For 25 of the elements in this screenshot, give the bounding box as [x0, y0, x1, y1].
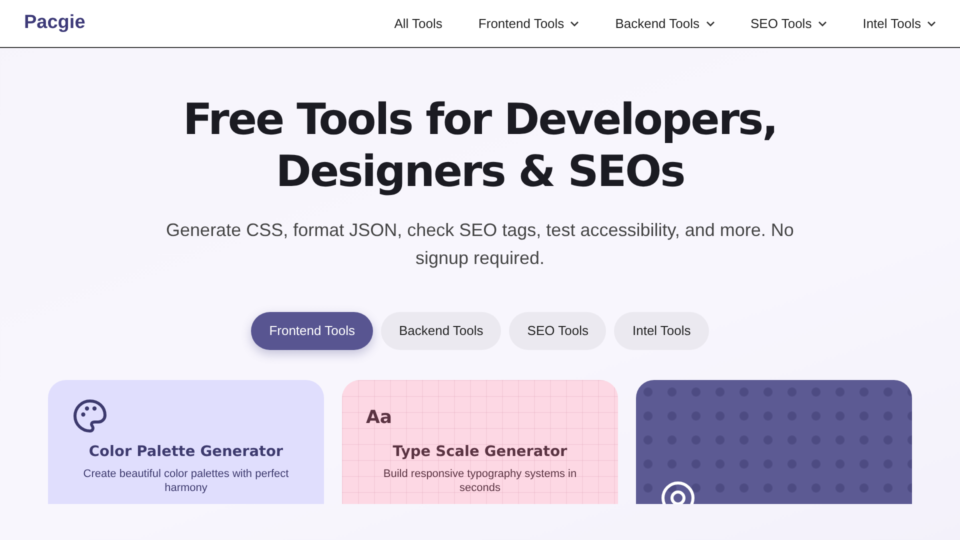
- category-tab[interactable]: SEO Tools: [509, 312, 606, 350]
- nav-link[interactable]: Frontend Tools: [478, 14, 580, 34]
- category-tab[interactable]: Frontend Tools: [251, 312, 373, 350]
- palette-icon: [72, 398, 108, 434]
- nav-link[interactable]: Intel Tools: [862, 14, 936, 34]
- tool-card[interactable]: Aa Type Scale Generator Build responsive typography systems in seconds: [342, 380, 618, 504]
- caret-icon: [927, 20, 936, 26]
- nav-link[interactable]: All Tools: [394, 14, 442, 34]
- card-title: Color Palette Generator: [88, 442, 284, 462]
- hero-title: Free Tools for Developers, Designers & SEOs: [182, 94, 778, 198]
- tool-card[interactable]: [636, 380, 912, 504]
- brand-logo[interactable]: Pacgie: [24, 9, 86, 38]
- caret-icon: [706, 20, 715, 26]
- card-title: Type Scale Generator: [392, 442, 568, 462]
- card-description: Build responsive typography systems in seconds: [382, 467, 578, 496]
- caret-icon: [818, 20, 827, 26]
- font-icon: Aa: [366, 398, 392, 434]
- hero-subtitle: Generate CSS, format JSON, check SEO tags, test accessibility, and more. No signup required.: [165, 219, 795, 270]
- caret-icon: [570, 20, 580, 26]
- tool-card[interactable]: Color Palette Generator Create beautiful color palettes with perfect harmony: [48, 380, 324, 504]
- card-description: Create beautiful color palettes with perfect harmony: [82, 467, 290, 496]
- category-tab[interactable]: Backend Tools: [380, 312, 502, 350]
- category-tab[interactable]: Intel Tools: [614, 312, 709, 350]
- nav-link[interactable]: SEO Tools: [750, 14, 827, 34]
- nav-link[interactable]: Backend Tools: [615, 14, 715, 34]
